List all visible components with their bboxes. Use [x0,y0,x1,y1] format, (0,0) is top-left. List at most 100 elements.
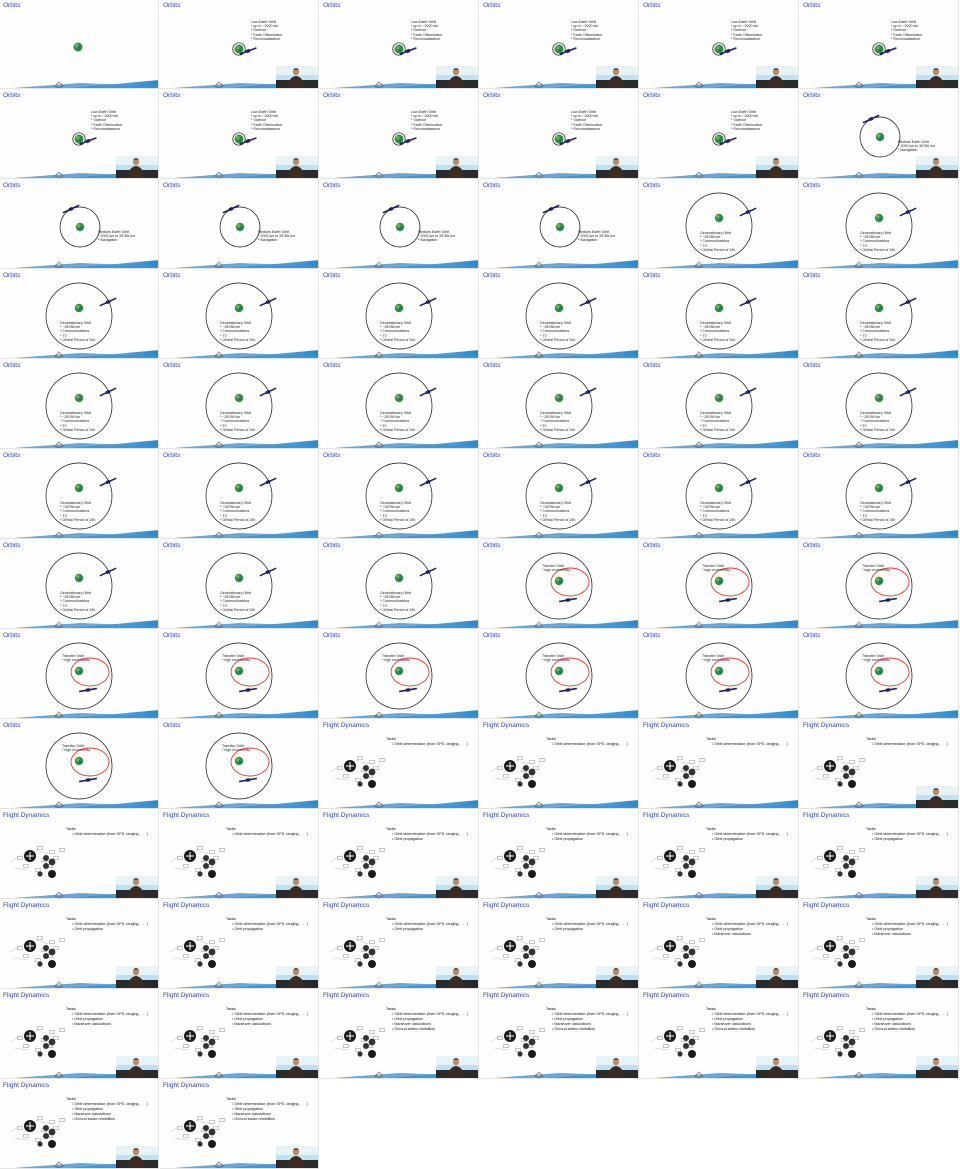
flight-dynamics-slide-thumbnail: Flight Dynamics Tasks: • Orbit determinati… [160,810,319,899]
slide-diagram [525,372,597,440]
orbits-slide-thumbnail: Orbits Geostationary Orbit * ~35786 km * Co… [320,270,479,359]
geo-orbit-ring [685,552,753,620]
orbits-slide-thumbnail: Orbits Low-Earth Orbit * up to ~2000 km * S… [640,90,799,179]
satellite-icon [579,297,597,307]
geo-label-item: * Orbital Period of 24h [60,517,96,522]
presenter-video [276,966,318,988]
slide-diagram [205,372,277,440]
satellite-icon [899,207,917,217]
presenter-video [596,966,638,988]
satellite-icon [558,597,578,603]
geo-orbit-ring [525,642,593,710]
meo-label: Medium Earth Orbit * 2000 km to 35786 km *… [98,230,135,243]
gto-label: Transfer Orbit * high eccentricity [862,654,890,662]
slide-thumbnail-grid: Orbits Orbits Low-Earth Orbit * up to ~2000… [0,0,960,1169]
orbits-slide-thumbnail: Orbits Transfer Orbit * high eccentricity [160,630,319,719]
geo-label-item: * Orbital Period of 24h [860,337,896,342]
orbits-slide-thumbnail: Orbits Transfer Orbit * high eccentricity [0,720,159,809]
geo-label: Geostationary Orbit * ~35786 km * Communic… [60,501,95,522]
gto-label-item: * high eccentricity [542,568,571,573]
orbits-slide-thumbnail: Orbits Medium Earth Orbit * 2000 km to 357… [0,180,159,269]
flight-dynamics-slide-thumbnail: Flight Dynamics Tasks: • Orbit determinati… [640,990,799,1079]
geo-orbit-ring [205,732,273,800]
geo-orbit-ring [685,642,753,710]
presenter-video [116,156,158,178]
task-item: • Orbit determination (from GPS, ranging… [706,742,788,747]
geo-label: Geostationary Orbit * ~35786 km * Communic… [60,411,95,432]
orbits-slide-thumbnail: Orbits Geostationary Orbit * ~35786 km * Co… [320,540,479,629]
station-box [337,766,343,770]
task-item: • Orbit determination (from GPS, ranging… [386,742,468,747]
flight-dynamics-slide-thumbnail: Flight Dynamics Tasks: • Orbit determinati… [640,900,799,989]
earth-ocean [558,580,562,584]
earth-ocean [78,397,82,401]
geo-label: Geostationary Orbit * ~35786 km * Communic… [60,321,95,342]
earth-ocean [878,397,882,401]
satellite-icon [259,297,277,307]
slide-diagram [845,282,917,350]
satellite-icon [542,204,560,214]
geo-label: Geostationary Orbit * ~35786 km * Communic… [380,501,415,522]
presenter-video [756,966,798,988]
geo-label: Geostationary Orbit * ~35786 km * Communic… [220,501,255,522]
meo-label: Medium Earth Orbit * 2000 km to 35786 km *… [258,230,295,243]
orbits-slide-thumbnail: Orbits Geostationary Orbit * ~35786 km * Co… [320,450,479,539]
gto-label-item: * high eccentricity [222,658,251,663]
gto-label: Transfer Orbit * high eccentricity [862,564,890,572]
gto-label: Transfer Orbit * high eccentricity [222,744,250,752]
geo-label: Geostationary Orbit * ~35786 km * Communic… [380,591,415,612]
station-box [373,766,379,770]
flight-dynamics-slide-thumbnail: Flight Dynamics Tasks: • Orbit determinati… [480,810,639,899]
orbits-slide-thumbnail: Orbits Transfer Orbit * high eccentricity [640,540,799,629]
geo-label-item: * Orbital Period of 24h [700,247,736,252]
meo-label-item: * Navigation [418,238,438,243]
satellite-icon [419,297,437,307]
satellite-icon [382,204,400,214]
orbits-slide-thumbnail: Orbits Geostationary Orbit * ~35786 km * Co… [640,450,799,539]
station-box [533,766,539,770]
presenter-video [916,876,958,898]
slide-diagram [329,756,385,788]
planet-icon [363,765,369,771]
gto-label: Transfer Orbit * high eccentricity [542,654,570,662]
geo-label-item: * Orbital Period of 24h [220,427,256,432]
slide-diagram [845,462,917,530]
satellite-icon [899,297,917,307]
presenter-video [436,156,478,178]
earth-ocean [238,670,242,674]
geo-label: Geostationary Orbit * ~35786 km * Communic… [700,411,735,432]
station-box [343,774,349,778]
planet-icon [683,765,689,771]
presenter-video [916,66,958,88]
satellite-body [885,688,891,692]
orbits-slide-thumbnail: Orbits Geostationary Orbit * ~35786 km * Co… [480,270,639,359]
satellite-icon [899,477,917,487]
flight-dynamics-slide-thumbnail: Flight Dynamics Tasks: • Orbit determinati… [320,720,479,809]
earth-ocean [398,397,402,401]
gto-label-item: * high eccentricity [542,658,571,663]
slide-diagram [525,282,597,350]
presenter-video [436,1056,478,1078]
orbits-slide-thumbnail: Orbits Geostationary Orbit * ~35786 km * Co… [160,270,319,359]
orbits-slide-thumbnail: Orbits Geostationary Orbit * ~35786 km * Co… [640,360,799,449]
earth-ocean [78,760,82,764]
slide-diagram [59,204,101,248]
earth-ocean [718,397,722,401]
flight-dynamics-slide-thumbnail: Flight Dynamics Tasks: • Orbit determinati… [640,810,799,899]
gto-label: Transfer Orbit * high eccentricity [62,654,90,662]
flight-dynamics-slide-thumbnail: Flight Dynamics Tasks: • Orbit determinati… [0,810,159,899]
orbits-slide-thumbnail: Orbits Geostationary Orbit * ~35786 km * Co… [640,180,799,269]
gto-label-item: * high eccentricity [862,568,891,573]
earth-ocean [78,307,82,311]
planet-icon [363,773,369,779]
orbits-slide-thumbnail: Orbits Geostationary Orbit * ~35786 km * Co… [0,360,159,449]
presenter-video [756,876,798,898]
meo-label-item: * Navigation [98,238,118,243]
flight-dynamics-slide-thumbnail: Flight Dynamics Tasks: • Orbit determinati… [0,990,159,1079]
ball-icon [688,780,696,788]
satellite-icon [78,687,98,693]
earth-ocean [78,577,82,581]
satellite-icon [899,387,917,397]
earth-ocean [878,217,882,221]
geo-label: Geostationary Orbit * ~35786 km * Communic… [380,321,415,342]
